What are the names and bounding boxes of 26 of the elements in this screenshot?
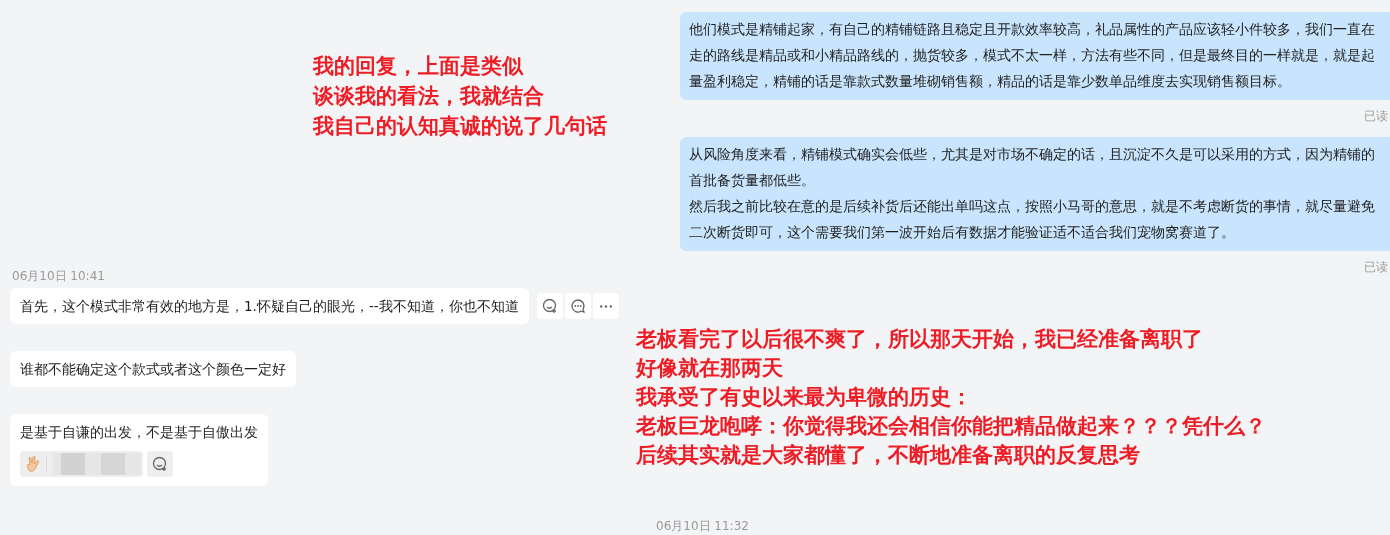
smiley-plus-icon	[152, 456, 168, 472]
annotation-text: 后续其实就是大家都懂了，不断地准备离职的反复思考	[636, 442, 1140, 469]
message-text: 首先，这个模式非常有效的地方是，1.怀疑自己的眼光，--我不知道，你也不知道	[20, 297, 519, 315]
annotation-text: 好像就在那两天	[636, 355, 783, 382]
annotation-text: 老板看完了以后很不爽了，所以那天开始，我已经准备离职了	[636, 326, 1203, 353]
message-text: 谁都不能确定这个款式或者这个颜色一定好	[20, 360, 286, 378]
annotation-text: 我的回复，上面是类似	[313, 53, 523, 80]
annotation-text: 谈谈我的看法，我就结合	[313, 83, 544, 110]
message-text: 他们模式是精铺起家，有自己的精铺链路且稳定且开款效率较高，礼品属性的产品应该轻小件较多，我们一直在走的路线是精品或和小精品路线的，抛货较多，模式不太一样，方法有些不同，但是最终目的一样就是，就是起量盈利稳定，精铺的话是靠款式数量堆砌销售额，精品的话是靠少数单品维度去实现销售额目标。	[689, 20, 1376, 91]
timestamp: 06月10日 10:41	[12, 269, 105, 283]
timestamp: 06月10日 11:32	[656, 519, 749, 533]
read-receipt: 已读	[1364, 108, 1388, 125]
smiley-plus-icon	[541, 298, 558, 314]
add-reaction-button[interactable]	[536, 293, 563, 319]
annotation-text: 老板巨龙咆哮：你觉得我还会相信你能把精品做起来？？？凭什么？	[636, 413, 1266, 440]
message-text: 从风险角度来看，精铺模式确实会低些，尤其是对市场不确定的话，且沉淀不久是可以采用的方式，因为精铺的首批备货量都低些。	[689, 145, 1376, 190]
message-text: 然后我之前比较在意的是后续补货后还能出单吗这点，按照小马哥的意思，就是不考虑断货的事情，就尽量避免二次断货即可，这个需要我们第一波开始后有数据才能验证适不适合我们宠物窝赛道了。	[689, 197, 1376, 242]
add-reaction-button[interactable]	[147, 451, 173, 477]
hand-icon	[26, 456, 40, 472]
more-icon	[599, 304, 612, 308]
message-text: 是基于自谦的出发，不是基于自傲出发	[20, 423, 258, 441]
speech-bubble-icon	[569, 298, 586, 314]
read-receipt: 已读	[1364, 259, 1388, 276]
annotation-text: 我自己的认知真诚的说了几句话	[313, 113, 607, 140]
reply-button[interactable]	[564, 293, 591, 319]
annotation-text: 我承受了有史以来最为卑微的历史：	[636, 384, 972, 411]
